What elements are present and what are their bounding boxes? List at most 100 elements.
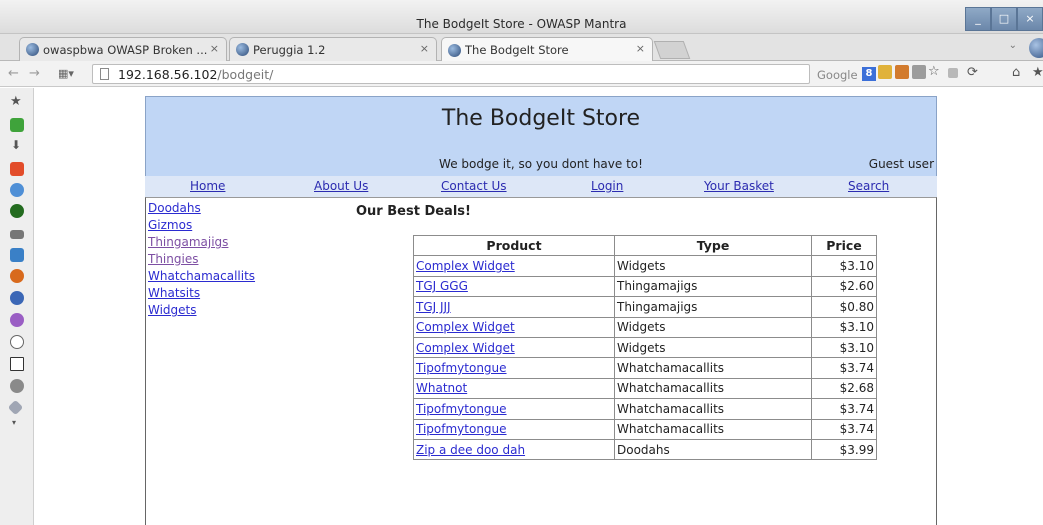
product-cell: TGJ JJJ — [413, 296, 615, 318]
product-link[interactable]: TGJ GGG — [416, 279, 468, 293]
apps-menu-icon[interactable]: ▦▾ — [58, 67, 74, 80]
product-link[interactable]: Zip a dee doo dah — [416, 443, 525, 457]
product-cell: Complex Widget — [413, 255, 615, 277]
menu-contact-link[interactable]: Contact Us — [441, 179, 507, 193]
table-row: Whatnot Whatchamacallits $2.68 — [413, 377, 877, 400]
profile-avatar[interactable] — [1029, 38, 1043, 58]
websecurify-icon[interactable] — [10, 162, 24, 176]
column-header-type: Type — [614, 234, 812, 257]
address-bar[interactable]: 192.168.56.102/bodgeit/ — [92, 64, 810, 84]
clipboard-icon[interactable] — [912, 65, 926, 79]
product-cell: Zip a dee doo dah — [413, 438, 615, 461]
category-link-doodahs[interactable]: Doodahs — [148, 201, 201, 215]
close-window-button[interactable]: × — [1017, 7, 1043, 31]
category-link-thingies[interactable]: Thingies — [148, 252, 198, 266]
gear-icon[interactable] — [10, 313, 24, 327]
bookmark-star-icon[interactable]: ★ — [10, 94, 22, 109]
store-content: Doodahs Gizmos Thingamajigs Thingies Wha… — [145, 197, 937, 525]
product-link[interactable]: TGJ JJJ — [416, 300, 451, 314]
category-link-gizmos[interactable]: Gizmos — [148, 218, 192, 232]
tab-bodgeit-store[interactable]: The BodgeIt Store × — [441, 37, 653, 62]
tools-sidebar: ★ ⬇ ▾ — [0, 88, 34, 525]
minimize-button[interactable]: _ — [965, 7, 991, 31]
product-cell: Complex Widget — [413, 316, 615, 338]
product-link[interactable]: Complex Widget — [416, 341, 515, 355]
tab-close-icon[interactable]: × — [210, 42, 219, 55]
tab-list-chevron-icon[interactable]: ⌄ — [1009, 40, 1017, 51]
firebug-icon[interactable] — [10, 269, 24, 283]
price-cell: $3.74 — [811, 418, 877, 440]
type-cell: Doodahs — [614, 438, 812, 461]
new-tab-button[interactable] — [653, 41, 691, 59]
info-icon[interactable] — [10, 183, 24, 197]
more-chevron-icon[interactable]: ▾ — [12, 418, 16, 427]
product-cell: Tipofmytongue — [413, 398, 615, 420]
price-cell: $2.68 — [811, 377, 877, 400]
tab-label: owaspbwa OWASP Broken ... — [43, 42, 208, 57]
product-link[interactable]: Whatnot — [416, 381, 467, 395]
price-cell: $3.10 — [811, 255, 877, 277]
product-link[interactable]: Tipofmytongue — [416, 402, 507, 416]
product-link[interactable]: Complex Widget — [416, 320, 515, 334]
product-link[interactable]: Tipofmytongue — [416, 422, 507, 436]
menu-home-link[interactable]: Home — [190, 179, 225, 193]
bookmarks-star-icon[interactable]: ★ — [1032, 65, 1043, 80]
user-status: Guest user — [868, 157, 934, 171]
tab-label: The BodgeIt Store — [465, 43, 569, 57]
product-cell: Whatnot — [413, 377, 615, 400]
table-row: Tipofmytongue Whatchamacallits $3.74 — [413, 357, 877, 379]
java-icon[interactable] — [895, 65, 909, 79]
reload-icon[interactable]: ⟳ — [967, 65, 978, 80]
menu-search-link[interactable]: Search — [848, 179, 889, 193]
product-cell: Tipofmytongue — [413, 357, 615, 379]
network-icon[interactable] — [10, 248, 24, 262]
navigation-bar: ← → ▦▾ 192.168.56.102/bodgeit/ Google 8 … — [0, 61, 1043, 87]
type-cell: Widgets — [614, 316, 812, 338]
tab-close-icon[interactable]: × — [420, 42, 429, 55]
tab-peruggia[interactable]: Peruggia 1.2 × — [229, 37, 437, 61]
color-palette-icon[interactable] — [10, 335, 24, 349]
bodgeit-page: The BodgeIt Store We bodge it, so you do… — [145, 96, 937, 525]
home-icon[interactable]: ⌂ — [1012, 65, 1020, 80]
green-ball-icon[interactable] — [10, 204, 24, 218]
url-path: /bodgeit/ — [217, 67, 274, 82]
tag-icon[interactable] — [7, 399, 24, 416]
type-cell: Whatchamacallits — [614, 418, 812, 440]
price-cell: $3.10 — [811, 336, 877, 359]
table-row: Complex Widget Widgets $3.10 — [413, 255, 877, 277]
spiral-icon[interactable] — [10, 291, 24, 305]
forward-arrow-icon[interactable]: → — [29, 66, 40, 81]
globe-icon — [448, 43, 461, 57]
tab-owaspbwa[interactable]: owaspbwa OWASP Broken ... × — [19, 37, 227, 61]
table-row: Complex Widget Widgets $3.10 — [413, 336, 877, 359]
addon-puzzle-icon[interactable] — [10, 118, 24, 132]
product-link[interactable]: Complex Widget — [416, 259, 515, 273]
globe-icon[interactable] — [10, 379, 24, 393]
maximize-button[interactable]: □ — [991, 7, 1017, 31]
download-icon[interactable]: ⬇ — [11, 138, 21, 152]
bookmark-star-icon[interactable]: ☆ — [928, 64, 940, 79]
url-text[interactable]: 192.168.56.102/bodgeit/ — [118, 67, 273, 82]
menu-login-link[interactable]: Login — [591, 179, 623, 193]
tab-close-icon[interactable]: × — [636, 42, 645, 55]
category-link-whatsits[interactable]: Whatsits — [148, 286, 200, 300]
search-engine-label: Google — [817, 68, 858, 82]
window-titlebar: The BodgeIt Store - OWASP Mantra _ □ × — [0, 0, 1043, 34]
category-link-widgets[interactable]: Widgets — [148, 303, 197, 317]
category-link-thingamajigs[interactable]: Thingamajigs — [148, 235, 228, 249]
back-arrow-icon[interactable]: ← — [8, 66, 19, 81]
calculator-icon[interactable] — [10, 357, 24, 371]
link-icon[interactable] — [10, 230, 24, 239]
stop-icon[interactable] — [948, 68, 958, 78]
category-link-whatchamacallits[interactable]: Whatchamacallits — [148, 269, 255, 283]
product-link[interactable]: Tipofmytongue — [416, 361, 507, 375]
store-header: The BodgeIt Store We bodge it, so you do… — [145, 96, 937, 176]
google-icon[interactable]: 8 — [862, 67, 876, 81]
menu-basket-link[interactable]: Your Basket — [704, 179, 774, 193]
extension-icon[interactable] — [878, 65, 892, 79]
price-cell: $3.10 — [811, 316, 877, 338]
column-header-product: Product — [413, 234, 615, 257]
window-controls: _ □ × — [965, 7, 1043, 31]
deals-heading: Our Best Deals! — [356, 204, 471, 219]
menu-about-link[interactable]: About Us — [314, 179, 368, 193]
